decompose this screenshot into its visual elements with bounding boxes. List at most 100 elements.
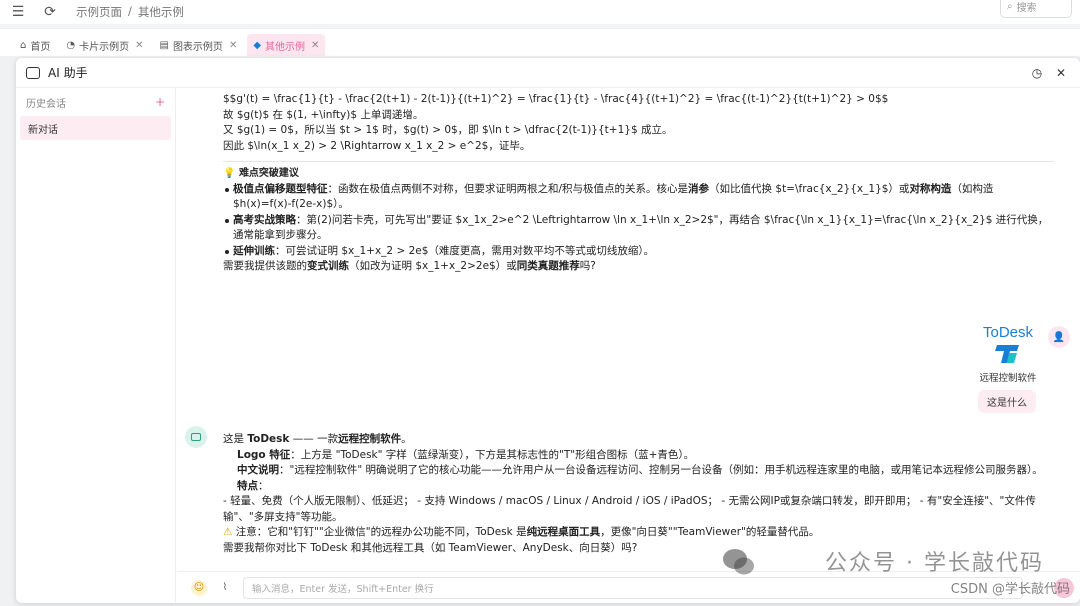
text: ：第(2)问若卡壳，可先写出"要证 $x_1x_2>e^2 \Leftright… [233, 213, 1049, 242]
home-icon: ⌂ [20, 39, 27, 51]
strong-text: 同类真题推荐 [516, 260, 580, 272]
strong-text: Logo 特征 [237, 448, 291, 461]
message-line: ⚠ 注意：它和"钉钉""企业微信"的远程办公功能不同，ToDesk 是纯远程桌面… [223, 525, 1054, 541]
warning-icon: ⚠ [223, 526, 233, 538]
todesk-logo-text: ToDesk [982, 324, 1034, 341]
search-input[interactable]: ⌕ 搜索 [1000, 0, 1072, 18]
ai-assistant-panel: AI 助手 ◷ ✕ 历史会话 + 新对话 $$g'(t) = \frac{1}{… [16, 58, 1080, 603]
menu-icon[interactable]: ☰ [10, 4, 26, 20]
strong-text: 消参 [688, 182, 710, 195]
chart-icon: ▤ [159, 39, 169, 51]
text: 这是 [223, 433, 248, 445]
list-item: 高考实战策略：第(2)问若卡壳，可先写出"要证 $x_1x_2>e^2 \Lef… [223, 213, 1054, 244]
tab-label: 其他示例 [265, 41, 306, 53]
text: 吗? [579, 260, 596, 272]
add-chat-button[interactable]: + [155, 95, 165, 109]
message-line: $$g'(t) = \frac{1}{t} - \frac{2(t+1) - 2… [223, 93, 889, 105]
strong-text: 高考实战策略 [233, 213, 296, 226]
user-message: 这是什么 [978, 390, 1036, 413]
panel-header: AI 助手 ◷ ✕ [16, 58, 1080, 88]
sidebar: 历史会话 + 新对话 [16, 88, 176, 603]
text: ："远程控制软件" 明确说明了它的核心功能——允许用户从一台设备远程访问、控制另… [279, 464, 1043, 476]
close-icon[interactable]: ✕ [135, 40, 143, 51]
strong-text: 极值点偏移题型特征 [233, 182, 328, 195]
tab-chart-example[interactable]: ▤ 图表示例页 ✕ [153, 34, 243, 56]
strong-text: 延伸训练 [233, 244, 275, 257]
strong-text: 变式训练 [307, 260, 349, 272]
attachment-icon[interactable]: ⌇ [217, 580, 233, 596]
close-icon[interactable]: ✕ [311, 40, 319, 51]
strong-text: 对称构造 [909, 182, 952, 195]
csdn-watermark: CSDN @学长敲代码 [950, 582, 1070, 597]
message-line: - 轻量、免费（个人版无限制）、低延迟； - 支持 Windows / macO… [223, 495, 1036, 523]
tip-title: 难点突破建议 [238, 168, 299, 179]
tab-bar: ⌂ 首页 ◔ 卡片示例页 ✕ ▤ 图表示例页 ✕ ◆ 其他示例 ✕ [0, 28, 1080, 56]
message-line: 又 $g(1) = 0$，所以当 $t > 1$ 时，$g(t) > 0$，即 … [223, 124, 673, 136]
breadcrumb-separator: / [128, 4, 132, 18]
wechat-icon [723, 549, 754, 575]
search-placeholder: 搜索 [1016, 2, 1037, 14]
panel-title: AI 助手 [48, 66, 88, 80]
text: ，更像"向日葵""TeamViewer"的轻量替代品。 [600, 526, 820, 538]
text: 。 [401, 433, 412, 445]
tab-card-example[interactable]: ◔ 卡片示例页 ✕ [60, 34, 149, 56]
todesk-logo-icon [995, 345, 1019, 363]
watermark: 公众号 · 学长敲代码 [825, 551, 1044, 576]
history-header: 历史会话 + [16, 88, 175, 116]
input-placeholder: 输入消息，Enter 发送，Shift+Enter 换行 [252, 583, 434, 595]
history-icon[interactable]: ◷ [1030, 66, 1044, 80]
bird-icon: ◆ [253, 39, 262, 51]
breadcrumb-item[interactable]: 示例页面 [76, 4, 122, 20]
message-line: 因此 $\ln(x_1 x_2) > 2 \Rightarrow x_1 x_2… [223, 139, 531, 152]
tip-heading: 💡 难点突破建议 [223, 166, 1054, 182]
strong-text: 远程控制软件 [338, 433, 402, 445]
text: —— 一款 [289, 433, 339, 445]
chat-area: $$g'(t) = \frac{1}{t} - \frac{2(t+1) - 2… [177, 88, 1080, 571]
strong-text: ToDesk [247, 433, 290, 445]
text: （如改为证明 $x_1+x_2>2e$）或 [349, 260, 517, 272]
robot-icon [26, 66, 40, 79]
tab-other-example[interactable]: ◆ 其他示例 ✕ [247, 34, 326, 56]
divider [223, 161, 1054, 162]
text: ：函数在极值点两侧不对称，但要求证明两根之和/积与极值点的关系。核心是 [327, 182, 689, 195]
strong-text: 特点 [237, 479, 258, 492]
assistant-avatar [185, 426, 207, 448]
breadcrumb-item: 其他示例 [137, 5, 184, 19]
top-bar: ☰ ⟳ 示例页面 / 其他示例 ⌕ 搜索 [0, 0, 1080, 24]
tab-label: 图表示例页 [172, 41, 223, 53]
tab-label: 卡片示例页 [79, 41, 130, 53]
text: 注意：它和"钉钉""企业微信"的远程办公功能不同，ToDesk 是 [235, 526, 527, 538]
tab-home[interactable]: ⌂ 首页 [14, 34, 56, 56]
breadcrumb: 示例页面 / 其他示例 [76, 4, 184, 20]
follow-up-question: 需要我提供该题的变式训练（如改为证明 $x_1+x_2>2e$）或同类真题推荐吗… [223, 259, 1054, 275]
text: ：上方是 "ToDesk" 字样（蓝绿渐变），下方是其标志性的"T"形组合图标（… [290, 448, 695, 461]
tab-label: 首页 [30, 41, 51, 53]
text: （如比值代换 $t=\frac{x_2}{x_1}$）或 [709, 182, 910, 195]
message-line: 中文说明："远程控制软件" 明确说明了它的核心功能——允许用户从一台设备远程访问… [223, 463, 1054, 479]
strong-text: 中文说明 [237, 464, 279, 476]
strong-text: 纯远程桌面工具 [526, 526, 601, 538]
bulb-icon: 💡 [223, 168, 236, 179]
text: ：可尝试证明 $x_1+x_2 > 2e$（难度更高，需用对数平均不等式或切线放… [275, 244, 655, 257]
conversation-item[interactable]: 新对话 [20, 116, 171, 140]
user-avatar: 👤 [1048, 326, 1070, 348]
message-line: 这是 ToDesk —— 一款远程控制软件。 [223, 432, 1054, 448]
close-icon[interactable]: ✕ [1054, 66, 1068, 80]
todesk-caption: 远程控制软件 [979, 373, 1037, 384]
close-icon[interactable]: ✕ [229, 40, 237, 51]
refresh-icon[interactable]: ⟳ [42, 4, 58, 20]
message-line: Logo 特征：上方是 "ToDesk" 字样（蓝绿渐变），下方是其标志性的"T… [223, 448, 1054, 464]
text: 需要我提供该题的 [223, 260, 307, 272]
list-item: 延伸训练：可尝试证明 $x_1+x_2 > 2e$（难度更高，需用对数平均不等式… [223, 244, 1054, 260]
list-item: 极值点偏移题型特征：函数在极值点两侧不对称，但要求证明两根之和/积与极值点的关系… [223, 182, 1054, 213]
search-icon: ⌕ [1007, 0, 1013, 12]
message-line: 故 $g(t)$ 在 $(1, +\infty)$ 上单调递增。 [223, 108, 424, 121]
message-line: 特点： [237, 479, 269, 492]
emoji-icon[interactable]: ☺ [191, 579, 207, 596]
history-label: 历史会话 [26, 98, 66, 110]
assistant-message: $$g'(t) = \frac{1}{t} - \frac{2(t+1) - 2… [223, 92, 1054, 275]
assistant-message: 这是 ToDesk —— 一款远程控制软件。 Logo 特征：上方是 "ToDe… [223, 432, 1054, 556]
message-input[interactable]: 输入消息，Enter 发送，Shift+Enter 换行 [243, 576, 1023, 599]
card-icon: ◔ [66, 39, 76, 51]
todesk-image[interactable]: ToDesk 远程控制软件 [978, 324, 1038, 384]
